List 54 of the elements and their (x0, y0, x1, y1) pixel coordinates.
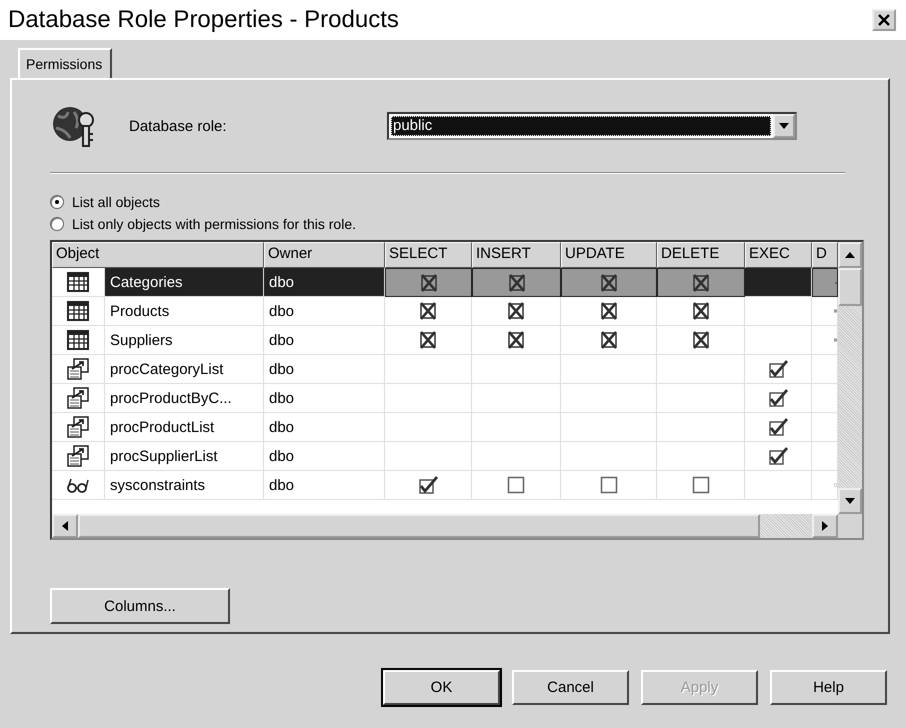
column-header[interactable]: DELETE (657, 242, 745, 268)
owner-cell: dbo (264, 297, 385, 326)
column-header[interactable]: INSERT (472, 242, 561, 268)
column-header[interactable]: Owner (264, 242, 385, 268)
scroll-left-icon (62, 521, 68, 531)
radio-option[interactable]: List only objects with permissions for this role. (50, 216, 864, 232)
column-header[interactable]: Object (52, 242, 264, 268)
object-cell[interactable]: procProductByC... (105, 384, 264, 413)
owner-cell: dbo (264, 355, 385, 384)
object-cell[interactable]: sysconstraints (105, 471, 264, 500)
object-cell[interactable]: Products (105, 297, 264, 326)
column-header[interactable]: SELECT (385, 242, 472, 268)
column-header[interactable]: D (812, 242, 838, 268)
scroll-up-button[interactable] (838, 242, 862, 268)
owner-cell: dbo (264, 384, 385, 413)
scroll-up-icon (845, 252, 855, 258)
scroll-left-button[interactable] (52, 514, 78, 538)
dialog-button[interactable]: Help (770, 670, 887, 705)
glasses-icon (66, 477, 90, 493)
scroll-thumb[interactable] (838, 268, 862, 306)
column-header[interactable]: UPDATE (561, 242, 657, 268)
column-header[interactable]: EXEC (745, 242, 812, 268)
table-icon (67, 301, 89, 321)
columns-button[interactable]: Columns... (50, 588, 230, 624)
tab[interactable]: Permissions (18, 48, 112, 78)
close-icon (878, 14, 890, 26)
window-title: Database Role Properties - Products (8, 6, 399, 34)
owner-cell: dbo (264, 326, 385, 355)
object-cell[interactable]: Categories (105, 268, 264, 297)
procedure-icon (67, 358, 89, 380)
owner-cell: dbo (264, 471, 385, 500)
procedure-icon (67, 387, 89, 409)
owner-cell: dbo (264, 413, 385, 442)
owner-cell: dbo (264, 268, 385, 297)
scroll-right-icon (822, 521, 828, 531)
object-cell[interactable]: Suppliers (105, 326, 264, 355)
procedure-icon (67, 416, 89, 438)
role-label: Database role: (129, 118, 228, 134)
scroll-down-button[interactable] (838, 488, 862, 514)
procedure-icon (67, 445, 89, 467)
dialog-button[interactable]: OK (383, 670, 500, 705)
table-icon (67, 272, 89, 292)
dropdown-arrow-icon (779, 123, 789, 129)
object-cell[interactable]: procCategoryList (105, 355, 264, 384)
radio-option[interactable]: List all objects (50, 194, 864, 210)
object-cell[interactable]: procSupplierList (105, 442, 264, 471)
close-button[interactable] (872, 9, 896, 31)
dialog-button[interactable]: Cancel (512, 670, 629, 705)
scroll-right-button[interactable] (812, 514, 838, 538)
object-cell[interactable]: procProductList (105, 413, 264, 442)
role-dropdown[interactable]: public (387, 112, 797, 140)
scroll-down-icon (845, 498, 855, 504)
owner-cell: dbo (264, 442, 385, 471)
table-icon (67, 330, 89, 350)
